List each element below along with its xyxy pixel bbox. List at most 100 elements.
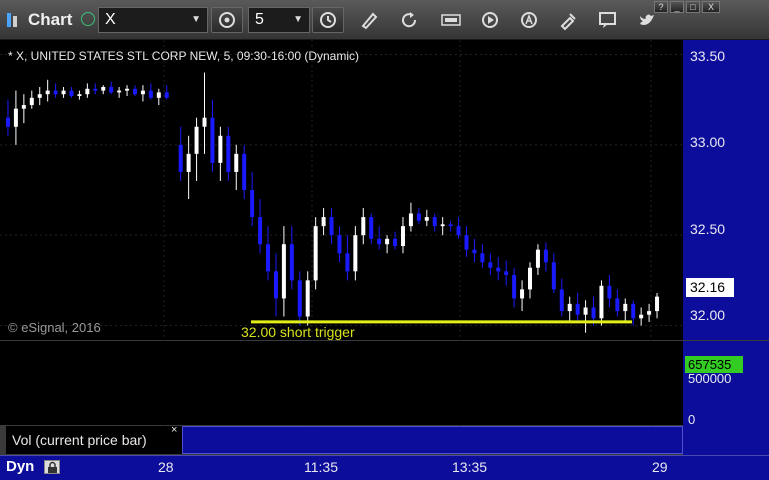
candle-body <box>194 126 199 154</box>
candle-body <box>647 311 652 315</box>
candle-body <box>361 217 366 236</box>
price-tick: 32.50 <box>690 221 726 237</box>
price-tick: 33.50 <box>690 48 726 64</box>
candle-body <box>156 92 161 98</box>
time-tick: 13:35 <box>452 459 488 475</box>
candle-body <box>520 289 525 299</box>
candle-body <box>132 88 137 95</box>
candle-body <box>400 226 405 247</box>
candle-body <box>655 296 660 312</box>
candle-body <box>297 280 302 317</box>
candle-body <box>289 244 294 281</box>
candle-body <box>164 92 169 98</box>
close-study-icon[interactable]: × <box>171 424 177 436</box>
candle-body <box>591 307 596 319</box>
candle-body <box>178 144 183 172</box>
candle-body <box>440 224 445 227</box>
candle-body <box>535 249 540 268</box>
candle-body <box>101 86 106 91</box>
candle-body <box>234 153 239 172</box>
candle-body <box>45 90 50 95</box>
candle-body <box>448 224 453 227</box>
candle-body <box>329 217 334 236</box>
candle-body <box>393 238 398 247</box>
candle-body <box>242 153 247 190</box>
candle-body <box>313 226 318 281</box>
candle-body <box>93 88 98 91</box>
candle-body <box>488 262 493 268</box>
candle-body <box>250 190 255 218</box>
candle-body <box>69 90 74 97</box>
candle-body <box>408 213 413 227</box>
candle-body <box>29 97 34 106</box>
candle-body <box>496 267 501 272</box>
volume-study-label[interactable]: Vol (current price bar) <box>6 426 182 454</box>
price-tick: 33.00 <box>690 134 726 150</box>
candle-body <box>424 217 429 221</box>
candle-body <box>281 244 286 299</box>
candle-body <box>575 303 580 315</box>
candle-body <box>512 274 517 299</box>
candle-body <box>13 108 18 127</box>
symbol-description: * X, UNITED STATES STL CORP NEW, 5, 09:3… <box>8 49 359 63</box>
candle-body <box>551 262 556 290</box>
candle-body <box>186 153 191 172</box>
candle-body <box>117 90 122 93</box>
candle-body <box>377 238 382 245</box>
volume-tick: 500000 <box>688 371 732 386</box>
chart-window: Chart X ▼ 5 ▼ ? _ □ X * X, UNITED STATES… <box>0 0 769 480</box>
time-tick: 28 <box>158 459 174 475</box>
candle-body <box>472 249 477 254</box>
candle-body <box>53 90 58 95</box>
candle-body <box>85 88 90 95</box>
candle-body <box>456 226 461 236</box>
candle-body <box>504 271 509 275</box>
candle-body <box>258 217 263 245</box>
candle-body <box>631 303 636 319</box>
volume-axis-lower <box>683 425 769 455</box>
lock-icon[interactable] <box>44 460 60 474</box>
candle-body <box>607 285 612 299</box>
candle-body <box>5 117 10 127</box>
candle-body <box>266 244 271 272</box>
last-price-marker: 32.16 <box>686 278 734 297</box>
short-trigger-annotation: 32.00 short trigger <box>241 324 355 340</box>
dynamic-label[interactable]: Dyn <box>6 458 34 475</box>
candle-body <box>385 238 390 245</box>
candle-body <box>21 105 26 109</box>
candle-body <box>567 303 572 312</box>
candle-body <box>599 285 604 319</box>
candle-body <box>218 135 223 163</box>
candle-body <box>140 90 145 95</box>
candle-body <box>226 135 231 172</box>
time-tick: 11:35 <box>304 459 338 475</box>
candle-body <box>321 217 326 227</box>
candle-body <box>148 90 153 98</box>
candle-body <box>202 117 207 127</box>
candle-body <box>109 86 114 93</box>
candle-body <box>528 267 533 290</box>
time-tick: 29 <box>652 459 668 475</box>
candle-body <box>77 94 82 97</box>
volume-pane[interactable] <box>0 341 683 425</box>
candle-body <box>464 235 469 250</box>
candle-body <box>337 235 342 254</box>
candle-body <box>480 253 485 263</box>
candle-body <box>639 314 644 319</box>
candle-body <box>416 213 421 221</box>
candle-body <box>432 217 437 227</box>
candle-body <box>210 117 215 163</box>
candle-body <box>61 90 66 95</box>
candle-body <box>559 289 564 312</box>
candle-body <box>125 88 130 91</box>
candle-body <box>345 253 350 272</box>
candle-body <box>583 307 588 315</box>
candle-body <box>353 235 358 272</box>
candle-body <box>37 94 42 98</box>
candle-body <box>273 271 278 299</box>
candle-body <box>305 280 310 317</box>
price-tick: 32.00 <box>690 307 726 323</box>
candle-body <box>543 249 548 263</box>
volume-tick: 0 <box>688 412 696 427</box>
study-input-bar[interactable] <box>182 426 683 454</box>
